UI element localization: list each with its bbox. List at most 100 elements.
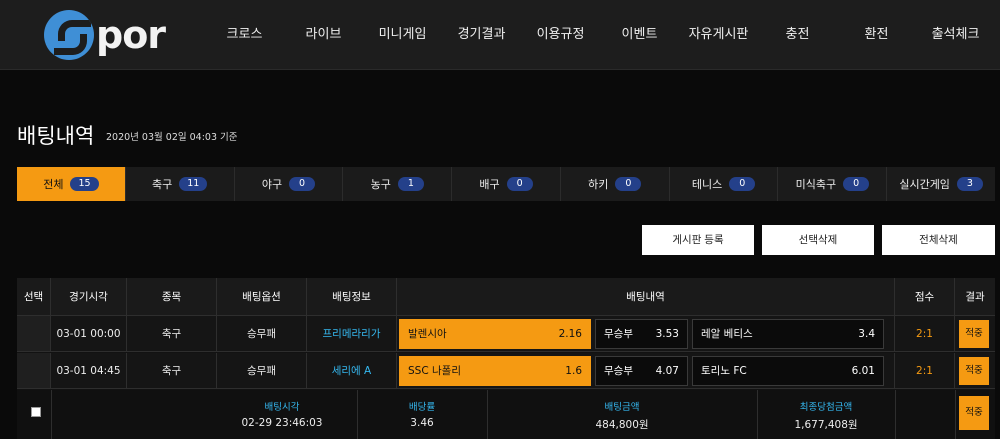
bet-history-table: 선택 경기시각 종목 배팅옵션 배팅정보 배팅내역 점수 결과 03-01 00… [17, 278, 995, 439]
tab-american-football[interactable]: 미식축구 0 [778, 167, 888, 201]
tab-label: 하키 [588, 178, 609, 191]
draw-odds-value: 4.07 [655, 365, 679, 377]
amount-label: 배팅금액 [604, 402, 640, 413]
odds-value: 3.46 [410, 417, 434, 429]
odds-label: 배당률 [408, 402, 436, 413]
draw-label: 무승부 [604, 365, 633, 377]
table-row: 03-01 04:45 축구 승무패 세리에 A SSC 나폴리 1.6 무승부… [17, 353, 995, 389]
tab-hockey[interactable]: 하키 0 [561, 167, 670, 201]
nav-item-rules[interactable]: 이용규정 [521, 0, 600, 70]
away-team: 레알 베티스 [701, 328, 753, 340]
tab-volleyball[interactable]: 배구 0 [452, 167, 561, 201]
header-select: 선택 [17, 278, 51, 316]
tab-label: 야구 [261, 178, 283, 191]
count-badge: 11 [179, 177, 208, 191]
divider [895, 390, 896, 439]
post-to-board-button[interactable]: 게시판 등록 [642, 225, 754, 255]
select-cell [17, 316, 51, 352]
logo-s-icon [44, 10, 94, 60]
bet-detail-cell: SSC 나폴리 1.6 무승부 4.07 토리노 FC 6.01 [397, 353, 895, 389]
count-badge: 3 [956, 177, 983, 191]
bet-summary-row: 배팅시각 02-29 23:46:03 배당률 3.46 배팅금액 484,80… [17, 390, 995, 439]
home-team: 발렌시아 [408, 328, 447, 340]
site-logo[interactable]: por [44, 9, 166, 61]
tab-label: 배구 [479, 178, 500, 191]
amount-value: 484,800원 [595, 419, 649, 431]
count-badge: 0 [289, 177, 316, 191]
result-badge: 적중 [959, 396, 989, 430]
draw-label: 무승부 [604, 328, 633, 340]
bet-time-value: 02-29 23:46:03 [241, 417, 323, 429]
nav-item-board[interactable]: 자유게시판 [679, 0, 758, 70]
draw-odds: 무승부 3.53 [595, 319, 688, 349]
nav-item-withdraw[interactable]: 환전 [837, 0, 916, 70]
tab-label: 전체 [43, 178, 64, 191]
payout-label: 최종당첨금액 [799, 402, 853, 413]
bet-time-summary: 배팅시각 02-29 23:46:03 [207, 390, 357, 439]
draw-odds: 무승부 4.07 [595, 356, 688, 386]
count-badge: 0 [615, 177, 642, 191]
tab-label: 테니스 [691, 178, 723, 191]
home-odds-picked: 발렌시아 2.16 [399, 319, 591, 349]
tab-label: 실시간게임 [899, 178, 950, 191]
nav-item-minigame[interactable]: 미니게임 [363, 0, 442, 70]
tab-label: 미식축구 [795, 178, 837, 191]
count-badge: 0 [729, 177, 756, 191]
count-badge: 0 [843, 177, 870, 191]
tab-label: 농구 [370, 178, 391, 191]
result-badge: 적중 [959, 357, 989, 385]
payout-value: 1,677,408원 [794, 419, 858, 431]
home-team: SSC 나폴리 [408, 365, 461, 377]
away-odds-value: 6.01 [851, 365, 875, 377]
page-date: 2020년 03월 02일 04:03 기준 [106, 132, 238, 143]
away-team: 토리노 FC [701, 365, 747, 377]
tab-soccer[interactable]: 축구 11 [126, 167, 235, 201]
header-time: 경기시각 [51, 278, 127, 316]
bet-time-label: 배팅시각 [264, 402, 300, 413]
bet-option: 승무패 [217, 353, 307, 389]
nav-item-results[interactable]: 경기결과 [442, 0, 521, 70]
away-odds-value: 3.4 [858, 328, 875, 340]
select-cell [17, 353, 51, 389]
nav-item-events[interactable]: 이벤트 [600, 0, 679, 70]
tab-baseball[interactable]: 야구 0 [235, 167, 344, 201]
nav-item-cross[interactable]: 크로스 [205, 0, 284, 70]
odds-summary: 배당률 3.46 [357, 390, 487, 439]
result-badge: 적중 [959, 320, 989, 348]
home-odds-picked: SSC 나폴리 1.6 [399, 356, 591, 386]
home-odds: 1.6 [565, 365, 582, 377]
sport-name: 축구 [127, 316, 217, 352]
nav-item-live[interactable]: 라이브 [284, 0, 363, 70]
select-checkbox[interactable] [31, 407, 41, 417]
payout-summary: 최종당첨금액 1,677,408원 [757, 390, 895, 439]
divider [51, 390, 52, 439]
away-odds: 레알 베티스 3.4 [692, 319, 884, 349]
bet-option: 승무패 [217, 316, 307, 352]
logo-text: por [96, 13, 166, 57]
tab-tennis[interactable]: 테니스 0 [670, 167, 779, 201]
main-nav: 크로스 라이브 미니게임 경기결과 이용규정 이벤트 자유게시판 충전 환전 출… [205, 0, 995, 70]
game-time: 03-01 00:00 [51, 316, 127, 352]
result-cell: 적중 [955, 353, 995, 389]
header-detail: 배팅내역 [397, 278, 895, 316]
header-option: 배팅옵션 [217, 278, 307, 316]
tab-basketball[interactable]: 농구 1 [343, 167, 453, 201]
away-odds: 토리노 FC 6.01 [692, 356, 884, 386]
home-odds: 2.16 [558, 328, 582, 340]
sport-name: 축구 [127, 353, 217, 389]
nav-item-deposit[interactable]: 충전 [758, 0, 837, 70]
league-name: 프리메라리가 [307, 316, 397, 352]
site-header: por 크로스 라이브 미니게임 경기결과 이용규정 이벤트 자유게시판 충전 … [0, 0, 1000, 70]
amount-summary: 배팅금액 484,800원 [487, 390, 757, 439]
header-sport: 종목 [127, 278, 217, 316]
delete-selected-button[interactable]: 선택삭제 [762, 225, 874, 255]
tab-all[interactable]: 전체 15 [17, 167, 126, 201]
tab-label: 축구 [152, 178, 173, 191]
result-cell: 적중 [955, 316, 995, 352]
sport-tabs: 전체 15 축구 11 야구 0 농구 1 배구 0 하키 0 테니스 0 미식축구 0 실시간… [17, 167, 995, 201]
nav-item-attendance[interactable]: 출석체크 [916, 0, 995, 70]
tab-live-game[interactable]: 실시간게임 3 [887, 167, 995, 201]
bet-detail-cell: 발렌시아 2.16 무승부 3.53 레알 베티스 3.4 [397, 316, 895, 352]
delete-all-button[interactable]: 전체삭제 [882, 225, 995, 255]
game-score: 2:1 [895, 353, 955, 389]
